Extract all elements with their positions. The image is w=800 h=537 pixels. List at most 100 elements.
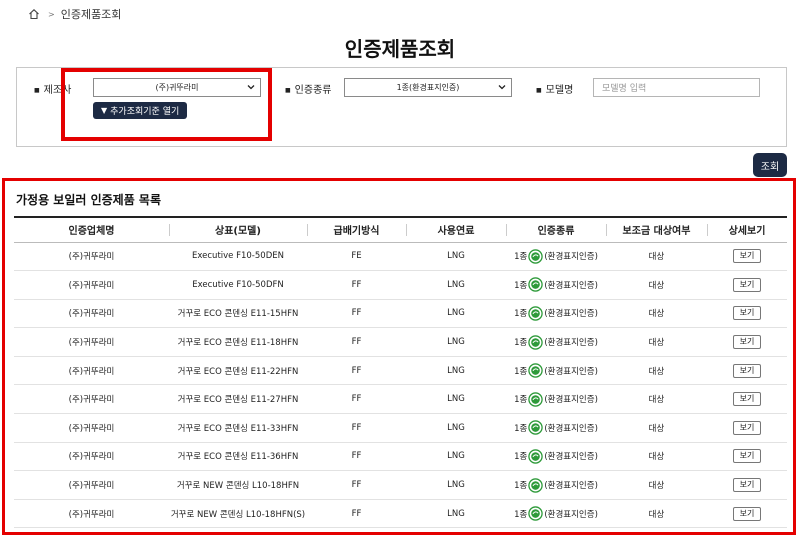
model-input[interactable]: 모델명 입력 bbox=[593, 78, 760, 97]
table-row: (주)귀뚜라미 거꾸로 ECO 콘덴싱 E11-22HFN FF LNG 1종 (… bbox=[14, 356, 787, 386]
cert-type-text: 1종 bbox=[514, 452, 528, 463]
table-header-row: 인증업체명 상표(모델) 급배기방식 사용연료 인증종류 보조금 대상여부 상세… bbox=[14, 216, 787, 243]
view-cell: 보기 bbox=[707, 499, 787, 529]
model-cell: 거꾸로 ECO 콘덴싱 E11-22HFN bbox=[169, 356, 307, 386]
fuel-cell: LNG bbox=[406, 442, 506, 472]
subsidy-cell: 대상 bbox=[606, 413, 707, 443]
table-row: (주)귀뚜라미 거꾸로 ECO 콘덴싱 E11-15HFN FF LNG 1종 (… bbox=[14, 299, 787, 329]
company-cell: (주)귀뚜라미 bbox=[14, 384, 169, 415]
table-row: (주)귀뚜라미 거꾸로 NEW 콘덴싱 L10-18HFN FF LNG 1종 (… bbox=[14, 470, 787, 500]
cert-cell: 1종 (환경표지인증) bbox=[506, 413, 606, 443]
exhaust-cell: FF bbox=[307, 442, 406, 472]
manufacturer-select[interactable]: (주)귀뚜라미 bbox=[93, 78, 261, 97]
cert-type-detail: (환경표지인증) bbox=[544, 423, 598, 434]
column-header: 인증종류 bbox=[506, 216, 606, 243]
cert-cell: 1종 (환경표지인증) bbox=[506, 242, 606, 272]
eco-label-icon bbox=[528, 477, 544, 493]
fuel-cell: LNG bbox=[406, 384, 506, 415]
home-icon[interactable] bbox=[28, 8, 40, 20]
model-cell: 거꾸로 NEW 콘덴싱 L10-18HFN bbox=[169, 470, 307, 500]
cert-cell: 1종 (환경표지인증) bbox=[506, 327, 606, 357]
cert-type-detail: (환경표지인증) bbox=[544, 452, 598, 463]
advanced-search-label: 추가조회기준 열기 bbox=[110, 107, 180, 117]
cert-type-text: 1종 bbox=[514, 280, 528, 291]
eco-label-icon bbox=[528, 363, 544, 378]
exhaust-cell: FF bbox=[307, 327, 406, 357]
chevron-down-icon bbox=[498, 85, 506, 90]
table-row: (주)귀뚜라미 거꾸로 ECO 콘덴싱 E11-33HFN FF LNG 1종 (… bbox=[14, 413, 787, 443]
cert-cell: 1종 (환경표지인증) bbox=[506, 499, 606, 529]
table-row: (주)귀뚜라미 Executive F10-50DFN FF LNG 1종 (환경… bbox=[14, 270, 787, 300]
view-button[interactable]: 보기 bbox=[733, 335, 761, 350]
company-cell: (주)귀뚜라미 bbox=[14, 413, 169, 443]
cert-type-text: 1종 bbox=[514, 509, 528, 520]
manufacturer-label: 제조사 bbox=[34, 81, 72, 96]
cert-type-detail: (환경표지인증) bbox=[544, 338, 598, 349]
subsidy-cell: 대상 bbox=[606, 442, 707, 472]
column-header: 사용연료 bbox=[406, 216, 506, 243]
subsidy-cell: 대상 bbox=[606, 299, 707, 329]
view-cell: 보기 bbox=[707, 413, 787, 443]
cert-type-text: 1종 bbox=[514, 395, 528, 406]
view-cell: 보기 bbox=[707, 356, 787, 386]
page-title: 인증제품조회 bbox=[344, 37, 456, 61]
view-button[interactable]: 보기 bbox=[733, 363, 761, 378]
view-cell: 보기 bbox=[707, 470, 787, 500]
column-header: 상세보기 bbox=[707, 216, 787, 243]
company-cell: (주)귀뚜라미 bbox=[14, 270, 169, 300]
breadcrumb-separator-icon: > bbox=[48, 9, 55, 19]
exhaust-cell: FF bbox=[307, 299, 406, 329]
subsidy-cell: 대상 bbox=[606, 499, 707, 529]
company-cell: (주)귀뚜라미 bbox=[14, 242, 169, 272]
cert-type-text: 1종 bbox=[514, 252, 528, 263]
eco-label-icon bbox=[528, 334, 544, 350]
cert-cell: 1종 (환경표지인증) bbox=[506, 270, 606, 300]
cert-cell: 1종 (환경표지인증) bbox=[506, 299, 606, 329]
view-cell: 보기 bbox=[707, 242, 787, 272]
search-panel: 제조사 (주)귀뚜라미 인증종류 1종(환경표지인증) 모델명 모델명 입력 ▼… bbox=[16, 67, 787, 147]
company-cell: (주)귀뚜라미 bbox=[14, 356, 169, 386]
subsidy-cell: 대상 bbox=[606, 470, 707, 500]
table-row: (주)귀뚜라미 거꾸로 NEW 콘덴싱 L10-18HFN(S) FF LNG … bbox=[14, 499, 787, 529]
exhaust-cell: FE bbox=[307, 242, 406, 272]
chevron-down-icon bbox=[247, 85, 255, 90]
cert-type-text: 1종 bbox=[514, 423, 528, 434]
cert-type-detail: (환경표지인증) bbox=[544, 280, 598, 291]
fuel-cell: LNG bbox=[406, 499, 506, 529]
eco-label-icon bbox=[528, 449, 544, 464]
subsidy-cell: 대상 bbox=[606, 242, 707, 272]
model-label: 모델명 bbox=[536, 81, 574, 96]
fuel-cell: LNG bbox=[406, 470, 506, 500]
cert-type-text: 1종 bbox=[514, 481, 528, 492]
cert-type-detail: (환경표지인증) bbox=[544, 509, 598, 520]
cert-type-text: 1종 bbox=[514, 366, 528, 377]
subsidy-cell: 대상 bbox=[606, 270, 707, 300]
advanced-search-button[interactable]: ▼ 추가조회기준 열기 bbox=[93, 102, 188, 119]
model-cell: Executive F10-50DFN bbox=[169, 270, 307, 300]
fuel-cell: LNG bbox=[406, 356, 506, 386]
cert-type-text: 1종 bbox=[514, 309, 528, 320]
eco-label-icon bbox=[528, 277, 544, 293]
view-button[interactable]: 보기 bbox=[733, 449, 761, 464]
model-cell: 거꾸로 ECO 콘덴싱 E11-15HFN bbox=[169, 299, 307, 329]
model-cell: 거꾸로 ECO 콘덴싱 E11-18HFN bbox=[169, 327, 307, 357]
view-button[interactable]: 보기 bbox=[733, 392, 761, 407]
exhaust-cell: FF bbox=[307, 499, 406, 529]
fuel-cell: LNG bbox=[406, 413, 506, 443]
view-button[interactable]: 보기 bbox=[733, 306, 761, 321]
company-cell: (주)귀뚜라미 bbox=[14, 499, 169, 529]
view-button[interactable]: 보기 bbox=[733, 420, 761, 435]
company-cell: (주)귀뚜라미 bbox=[14, 327, 169, 357]
query-button[interactable]: 조회 bbox=[753, 153, 787, 177]
view-button[interactable]: 보기 bbox=[733, 506, 761, 521]
view-button[interactable]: 보기 bbox=[733, 249, 761, 264]
eco-label-icon bbox=[528, 420, 544, 436]
view-cell: 보기 bbox=[707, 299, 787, 329]
view-button[interactable]: 보기 bbox=[733, 277, 761, 292]
breadcrumb-current: 인증제품조회 bbox=[60, 8, 122, 21]
table-row: (주)귀뚜라미 거꾸로 ECO 콘덴싱 E11-36HFN FF LNG 1종 (… bbox=[14, 442, 787, 472]
view-cell: 보기 bbox=[707, 327, 787, 357]
view-button[interactable]: 보기 bbox=[733, 478, 761, 493]
cert-type-select[interactable]: 1종(환경표지인증) bbox=[344, 78, 512, 97]
cert-cell: 1종 (환경표지인증) bbox=[506, 470, 606, 500]
